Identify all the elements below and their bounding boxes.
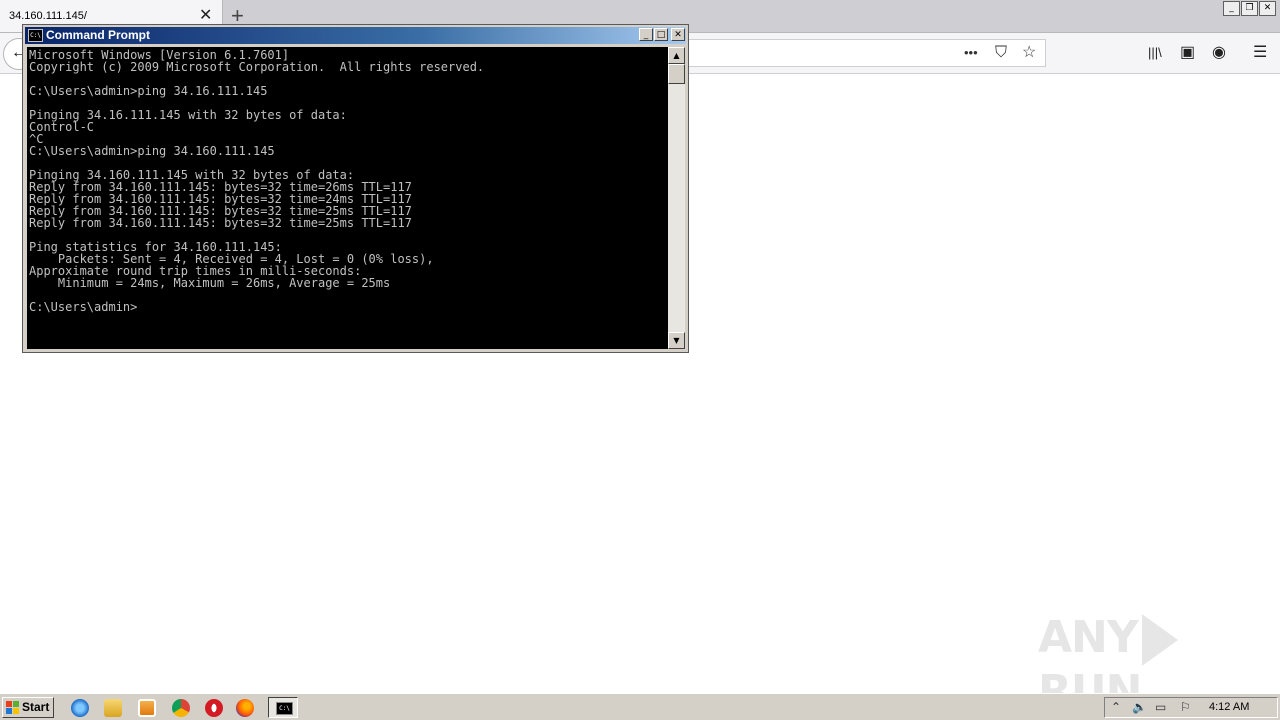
cmd-window-controls: _ □ ✕ xyxy=(639,28,685,41)
account-icon[interactable]: ◉ xyxy=(1212,44,1226,62)
bookmark-star-icon[interactable]: ☆ xyxy=(1022,44,1036,62)
clock[interactable]: 4:12 AM xyxy=(1209,701,1249,713)
command-prompt-window[interactable]: C:\ Command Prompt _ □ ✕ Microsoft Windo… xyxy=(22,24,689,353)
page-actions-icon[interactable]: ••• xyxy=(964,44,978,62)
console-output[interactable]: Microsoft Windows [Version 6.1.7601] Copy… xyxy=(27,47,668,349)
console-scrollbar[interactable]: ▲ ▼ xyxy=(668,47,685,349)
scroll-thumb[interactable] xyxy=(668,64,685,84)
file-explorer-icon[interactable] xyxy=(104,699,122,717)
library-icon[interactable]: |||\ xyxy=(1148,44,1162,62)
volume-icon[interactable]: 🔈 xyxy=(1132,700,1147,714)
internet-explorer-icon[interactable] xyxy=(71,699,89,717)
opera-icon[interactable] xyxy=(205,699,223,717)
tab-close-icon[interactable]: ✕ xyxy=(199,6,212,26)
sidebar-icon[interactable]: ▣ xyxy=(1180,44,1195,62)
tab-title: 34.160.111.145/ xyxy=(9,10,87,22)
console-line: C:\Users\admin>ping 34.16.111.145 xyxy=(29,84,268,98)
action-center-flag-icon[interactable]: ⚐ xyxy=(1180,700,1191,714)
console-line: C:\Users\admin>ping 34.160.111.145 xyxy=(29,144,275,158)
taskbar: Start C:\ ⌃ 🔈 ▭ ⚐ 4:12 AM xyxy=(0,693,1280,720)
firefox-icon[interactable] xyxy=(236,699,254,717)
show-hidden-icons-icon[interactable]: ⌃ xyxy=(1111,700,1121,714)
pocket-icon[interactable]: ⛉ xyxy=(995,44,1007,62)
console-line: Copyright (c) 2009 Microsoft Corporation… xyxy=(29,60,485,74)
cmd-window-title: Command Prompt xyxy=(46,28,151,42)
media-player-icon[interactable] xyxy=(138,699,156,717)
browser-window-controls: _ ❐ ✕ xyxy=(1223,1,1276,16)
network-icon[interactable]: ▭ xyxy=(1155,700,1166,714)
watermark-left: ANY xyxy=(1038,612,1139,663)
start-label: Start xyxy=(22,700,50,714)
console-line: Control-C xyxy=(29,120,95,134)
watermark-play-icon xyxy=(1141,614,1178,666)
windows-logo-icon xyxy=(6,701,19,714)
cmd-taskbar-icon: C:\ xyxy=(276,702,293,715)
close-button[interactable]: ✕ xyxy=(1259,1,1276,16)
console-line: Minimum = 24ms, Maximum = 26ms, Average … xyxy=(29,276,391,290)
scroll-down-button[interactable]: ▼ xyxy=(668,332,685,349)
minimize-button[interactable]: _ xyxy=(1223,1,1240,16)
system-tray: ⌃ 🔈 ▭ ⚐ 4:12 AM xyxy=(1104,697,1278,718)
restore-button[interactable]: ❐ xyxy=(1241,1,1258,16)
cmd-window-icon[interactable]: C:\ xyxy=(28,29,43,42)
scroll-up-button[interactable]: ▲ xyxy=(668,47,685,64)
taskbar-cmd-button[interactable]: C:\ xyxy=(268,697,298,718)
chrome-icon[interactable] xyxy=(172,699,190,717)
start-button[interactable]: Start xyxy=(2,697,54,718)
cmd-close-button[interactable]: ✕ xyxy=(671,28,685,41)
cmd-titlebar[interactable]: C:\ Command Prompt _ □ ✕ xyxy=(25,27,686,44)
cmd-minimize-button[interactable]: _ xyxy=(639,28,653,41)
console-line: Reply from 34.160.111.145: bytes=32 time… xyxy=(29,216,412,230)
url-bar[interactable]: ••• ⛉ ☆ xyxy=(688,39,1046,67)
cmd-maximize-button[interactable]: □ xyxy=(654,28,668,41)
console-line: Pinging 34.16.111.145 with 32 bytes of d… xyxy=(29,108,347,122)
console-line: C:\Users\admin> xyxy=(29,300,138,314)
menu-icon[interactable]: ☰ xyxy=(1253,44,1267,62)
